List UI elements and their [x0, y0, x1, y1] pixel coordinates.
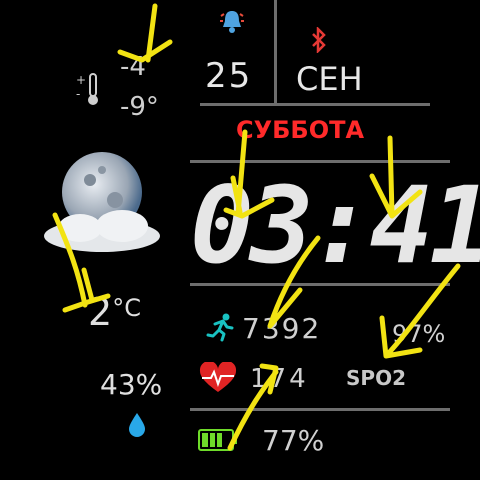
battery-icon: [198, 428, 238, 456]
thermometer-icon: + -: [76, 72, 104, 112]
bluetooth-icon: [311, 25, 327, 59]
current-temperature-value: 2: [88, 290, 113, 334]
steps-runner-icon: [206, 312, 236, 346]
temp-high: -4: [120, 52, 146, 82]
date-divider-vertical: [274, 0, 277, 104]
svg-text:-: -: [76, 87, 80, 101]
weekday-label: СУББОТА: [236, 116, 365, 144]
bell-icon: [218, 8, 246, 40]
current-temperature: 2°C: [88, 290, 141, 334]
time-display: 03:41: [190, 164, 480, 287]
humidity-value: 43%: [100, 368, 163, 401]
date-month: СЕН: [296, 60, 363, 98]
battery-fill: [202, 433, 224, 447]
date-divider: [200, 103, 430, 106]
health-divider: [190, 408, 450, 411]
steps-count: 7392: [242, 312, 322, 345]
temp-low: -9°: [120, 92, 159, 122]
water-drop-icon: [127, 412, 147, 442]
heart-rate-icon: [198, 360, 238, 398]
temperature-unit: °C: [112, 294, 141, 322]
spo2-label: SPO2: [346, 366, 406, 390]
moon-cloud-icon: [40, 150, 170, 264]
time-divider-bottom: [190, 283, 450, 286]
time-divider-top: [190, 160, 450, 163]
date-day: 25: [205, 56, 253, 96]
battery-level: 77%: [262, 424, 325, 457]
heart-rate-value: 174: [250, 364, 309, 394]
spo2-value: 97%: [392, 320, 446, 348]
svg-text:+: +: [76, 73, 86, 87]
